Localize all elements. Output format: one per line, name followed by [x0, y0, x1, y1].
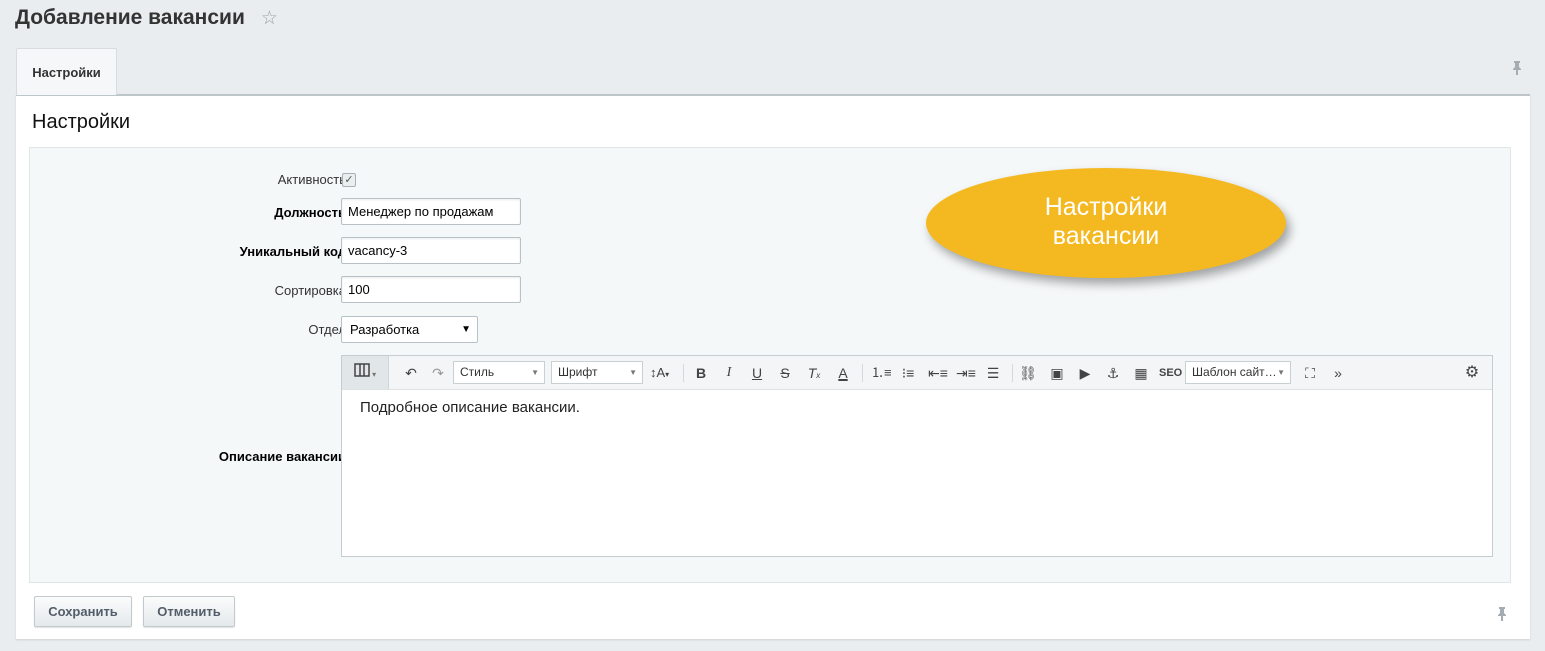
more-icon[interactable]: » [1329, 363, 1347, 383]
clear-format-icon[interactable]: Tx [805, 363, 823, 383]
underline-icon[interactable]: U [748, 363, 766, 383]
seo-icon[interactable]: SEO [1159, 363, 1182, 383]
position-label: Должность [274, 205, 346, 220]
strikethrough-icon[interactable]: S [776, 363, 794, 383]
unordered-list-icon[interactable]: ⁝≡ [899, 363, 917, 383]
department-select[interactable]: Разработка ▼ [341, 316, 478, 343]
active-label: Активность [277, 172, 346, 187]
editor-toolbar: ▾ ↶ ↷ Стиль ▼ Шрифт ▼ ↕A▾ B I U S Tx A ⒈… [342, 356, 1492, 390]
html-editor: ▾ ↶ ↷ Стиль ▼ Шрифт ▼ ↕A▾ B I U S Tx A ⒈… [341, 355, 1493, 557]
table-icon[interactable]: ▦ [1132, 363, 1150, 383]
callout-line2: вакансии [1052, 222, 1160, 250]
image-icon[interactable]: ▣ [1048, 363, 1066, 383]
code-label: Уникальный код [239, 244, 346, 259]
chevron-down-icon: ▼ [531, 368, 539, 377]
tab-settings[interactable]: Настройки [16, 48, 117, 95]
chevron-down-icon: ▼ [461, 324, 471, 335]
callout-line1: Настройки [1044, 193, 1168, 221]
callout-bubble: Настройки вакансии [926, 168, 1286, 278]
font-dropdown-label: Шрифт [558, 365, 598, 379]
editor-text[interactable]: Подробное описание вакансии. [360, 399, 580, 416]
department-value: Разработка [350, 322, 420, 337]
page-title-text: Добавление вакансии [15, 6, 245, 29]
cancel-button[interactable]: Отменить [143, 596, 235, 627]
undo-icon[interactable]: ↶ [402, 363, 420, 383]
justify-icon[interactable]: ☰ [984, 363, 1002, 383]
video-icon[interactable]: ▶ [1076, 363, 1094, 383]
chevron-down-icon: ▼ [1277, 368, 1285, 377]
gear-icon[interactable]: ⚙ [1463, 363, 1481, 383]
text-color-icon[interactable]: A [834, 363, 852, 383]
department-label: Отдел [308, 322, 346, 337]
toolbar-separator [862, 364, 863, 382]
toolbar-separator [1012, 364, 1013, 382]
redo-icon[interactable]: ↷ [429, 363, 447, 383]
link-icon[interactable]: ⛓ [1019, 363, 1037, 383]
page-title: Добавление вакансии ☆ [15, 6, 278, 30]
columns-icon [354, 363, 370, 377]
star-icon[interactable]: ☆ [261, 7, 278, 30]
position-input[interactable] [341, 198, 521, 225]
sort-input[interactable] [341, 276, 521, 303]
template-dropdown[interactable]: Шаблон сайт… ▼ [1185, 361, 1291, 384]
template-dropdown-label: Шаблон сайт… [1192, 365, 1277, 379]
font-dropdown[interactable]: Шрифт ▼ [551, 361, 643, 384]
settings-panel: Настройки Активность ✓ Должность Уникаль… [16, 94, 1530, 639]
style-dropdown-label: Стиль [460, 365, 495, 379]
save-button[interactable]: Сохранить [34, 596, 132, 627]
active-checkbox[interactable]: ✓ [342, 173, 356, 187]
form-area: Активность ✓ Должность Уникальный код Со… [29, 147, 1511, 583]
editor-mode-button[interactable]: ▾ [342, 356, 389, 389]
bold-icon[interactable]: B [692, 363, 710, 383]
fullscreen-icon[interactable]: ⛶ [1301, 363, 1319, 383]
code-input[interactable] [341, 237, 521, 264]
ordered-list-icon[interactable]: ⒈≡ [871, 363, 892, 383]
pin-icon[interactable] [1496, 606, 1508, 626]
section-title: Настройки [32, 111, 131, 133]
font-size-icon[interactable]: ↕A▾ [650, 363, 669, 383]
style-dropdown[interactable]: Стиль ▼ [453, 361, 545, 384]
chevron-down-icon: ▼ [629, 368, 637, 377]
description-label: Описание вакансии [218, 449, 346, 464]
indent-icon[interactable]: ⇥≡ [956, 363, 976, 383]
sort-label: Сортировка [274, 283, 346, 298]
italic-icon[interactable]: I [720, 363, 738, 383]
anchor-icon[interactable]: ⚓ [1104, 363, 1122, 383]
outdent-icon[interactable]: ⇤≡ [928, 363, 948, 383]
toolbar-separator [683, 364, 684, 382]
pin-icon[interactable] [1511, 60, 1523, 80]
